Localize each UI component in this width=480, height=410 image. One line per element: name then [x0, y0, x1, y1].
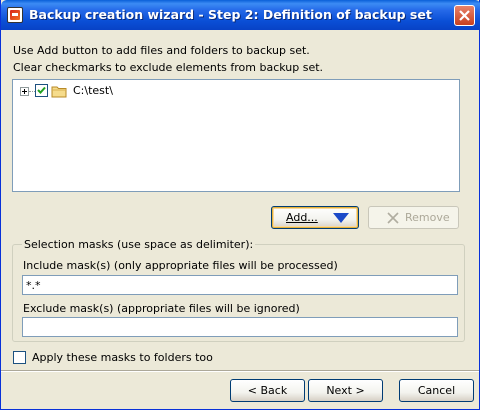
instruction-line-1: Use Add button to add files and folders … [13, 44, 310, 57]
checkmark-icon [37, 86, 46, 94]
window-title: Backup creation wizard - Step 2: Definit… [29, 7, 432, 22]
apply-to-folders-checkbox[interactable] [13, 351, 26, 364]
tree-item-label: C:\test\ [73, 84, 113, 97]
include-mask-label: Include mask(s) (only appropriate files … [23, 259, 338, 272]
expand-icon[interactable] [20, 87, 29, 96]
folder-icon [51, 86, 67, 98]
next-button[interactable]: Next > [308, 379, 383, 402]
backup-set-tree[interactable]: C:\test\ [12, 79, 460, 192]
add-button-label: Add... [286, 211, 318, 224]
app-icon [7, 7, 23, 23]
remove-icon [387, 212, 399, 224]
apply-to-folders-label[interactable]: Apply these masks to folders too [32, 351, 213, 364]
close-button[interactable] [454, 5, 475, 26]
title-bar[interactable]: Backup creation wizard - Step 2: Definit… [1, 0, 480, 30]
add-button[interactable]: Add... [271, 206, 359, 229]
include-mask-input[interactable] [22, 275, 458, 295]
remove-button[interactable]: Remove [368, 206, 459, 229]
tree-item[interactable]: C:\test\ [17, 83, 217, 99]
exclude-mask-label: Exclude mask(s) (appropriate files will … [23, 302, 300, 315]
cancel-button[interactable]: Cancel [399, 379, 474, 402]
footer-separator [1, 370, 479, 372]
wizard-window: Backup creation wizard - Step 2: Definit… [0, 0, 480, 410]
tree-item-checkbox[interactable] [35, 84, 48, 97]
back-button[interactable]: < Back [230, 379, 305, 402]
remove-button-label: Remove [405, 211, 450, 224]
selection-masks-label: Selection masks (use space as delimiter)… [22, 238, 256, 251]
close-icon [459, 10, 470, 21]
dropdown-arrow-icon [333, 213, 349, 223]
exclude-mask-input[interactable] [22, 317, 458, 337]
instruction-line-2: Clear checkmarks to exclude elements fro… [13, 61, 324, 74]
